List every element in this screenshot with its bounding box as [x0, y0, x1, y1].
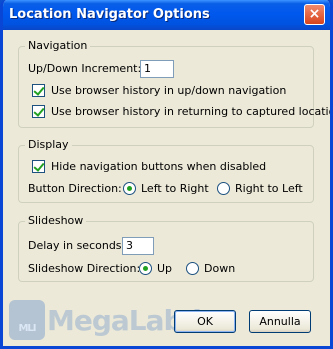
slideshow-group: Slideshow Delay in seconds: 3 Slideshow … [18, 214, 314, 282]
down-label[interactable]: Down [204, 262, 235, 275]
radio-selected-dot [127, 186, 132, 191]
navigation-group: Navigation Up/Down Increment: 1 Use brow… [18, 39, 330, 128]
up-label[interactable]: Up [157, 262, 172, 275]
navigation-legend: Navigation [25, 39, 91, 52]
window-title: Location Navigator Options [9, 7, 210, 22]
button-direction-label: Button Direction: [28, 182, 122, 195]
slideshow-legend: Slideshow [25, 214, 87, 227]
megalab-watermark: MLI MegaLab.it [9, 298, 214, 344]
hide-buttons-checkbox[interactable] [32, 160, 45, 173]
ok-button[interactable]: OK [174, 310, 236, 333]
history-return-checkbox[interactable] [32, 105, 45, 118]
up-radio[interactable] [139, 262, 152, 275]
slideshow-direction-label: Slideshow Direction: [28, 262, 141, 275]
delay-input[interactable]: 3 [122, 237, 154, 255]
delay-label: Delay in seconds: [28, 239, 126, 252]
watermark-badge: MLI [9, 300, 45, 340]
cancel-button[interactable]: Annulla [249, 310, 311, 333]
down-radio[interactable] [186, 262, 199, 275]
options-dialog: Location Navigator Options × Navigation … [0, 0, 333, 349]
radio-selected-dot [143, 266, 148, 271]
display-group: Display Hide navigation buttons when dis… [18, 138, 314, 203]
increment-label: Up/Down Increment: [28, 62, 142, 75]
history-updown-label[interactable]: Use browser history in up/down navigatio… [51, 84, 286, 97]
checkmark-icon [33, 160, 45, 172]
history-updown-checkbox[interactable] [32, 84, 45, 97]
close-button[interactable]: × [304, 4, 325, 25]
left-to-right-label[interactable]: Left to Right [141, 182, 209, 195]
left-to-right-radio[interactable] [123, 182, 136, 195]
checkmark-icon [33, 84, 45, 96]
increment-input[interactable]: 1 [140, 60, 174, 78]
right-to-left-radio[interactable] [217, 182, 230, 195]
hide-buttons-label[interactable]: Hide navigation buttons when disabled [51, 160, 266, 173]
history-return-label[interactable]: Use browser history in returning to capt… [51, 105, 330, 118]
title-bar[interactable]: Location Navigator Options × [3, 0, 330, 30]
checkmark-icon [33, 105, 45, 117]
display-legend: Display [25, 138, 72, 151]
right-to-left-label[interactable]: Right to Left [235, 182, 303, 195]
